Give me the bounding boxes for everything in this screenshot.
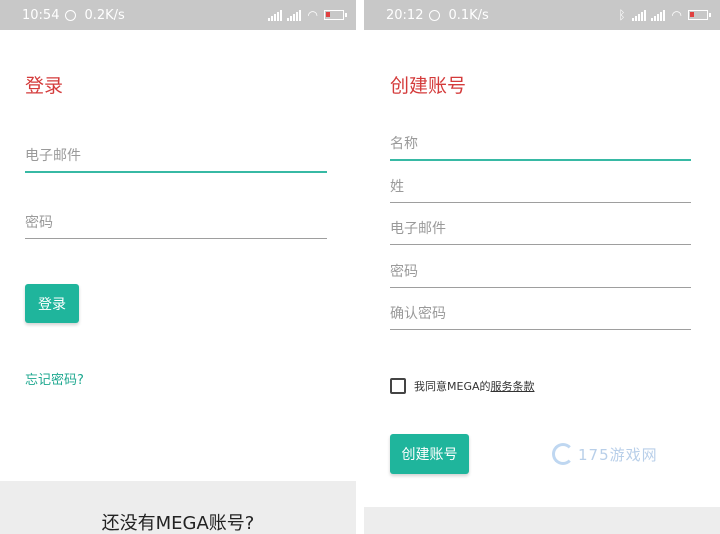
last-name-field[interactable]: 姓: [390, 176, 691, 203]
wifi-icon: ◠: [307, 8, 318, 22]
signal-icon: [631, 9, 647, 21]
status-bar: 10:54 0.2K/s ◠: [0, 0, 356, 30]
last-name-placeholder: 姓: [390, 179, 404, 195]
status-time: 20:12: [386, 7, 424, 23]
login-screen: 10:54 0.2K/s ◠ 登录 电子邮件 密码 登录 忘记密码? 还没有ME…: [0, 0, 356, 534]
password-field[interactable]: 密码: [390, 261, 691, 288]
network-speed: 0.1K/s: [448, 7, 489, 23]
watermark: 175游戏网: [552, 443, 658, 465]
terms-row: 我同意MEGA的 服务条款: [390, 378, 535, 394]
signal-icon-2: [650, 9, 666, 21]
signal-icon: [267, 9, 283, 21]
status-bar: 20:12 0.1K/s ᛒ ◠: [364, 0, 720, 30]
email-placeholder: 电子邮件: [390, 221, 446, 237]
status-time: 10:54: [22, 7, 60, 23]
bluetooth-icon: ᛒ: [618, 8, 626, 22]
terms-prefix: 我同意MEGA的: [414, 380, 491, 393]
password-field[interactable]: 密码: [25, 212, 327, 239]
battery-icon: [688, 10, 711, 20]
email-placeholder: 电子邮件: [25, 148, 81, 164]
first-name-field[interactable]: 名称: [390, 133, 691, 161]
create-account-button[interactable]: 创建账号: [390, 434, 469, 474]
bottom-panel: [364, 507, 720, 534]
password-placeholder: 密码: [390, 264, 418, 280]
confirm-password-field[interactable]: 确认密码: [390, 303, 691, 330]
first-name-placeholder: 名称: [390, 136, 418, 152]
alarm-icon: [65, 9, 77, 21]
alarm-icon: [429, 9, 441, 21]
network-speed: 0.2K/s: [84, 7, 125, 23]
wifi-icon: ◠: [671, 8, 682, 22]
password-placeholder: 密码: [25, 215, 53, 231]
page-title: 登录: [25, 75, 64, 97]
signal-icon-2: [286, 9, 302, 21]
bottom-panel: 还没有MEGA账号?: [0, 481, 356, 534]
watermark-logo-icon: [552, 443, 574, 465]
confirm-password-placeholder: 确认密码: [390, 306, 446, 322]
no-account-prompt[interactable]: 还没有MEGA账号?: [0, 509, 356, 534]
battery-icon: [324, 10, 347, 20]
email-field[interactable]: 电子邮件: [25, 145, 327, 173]
forgot-password-link[interactable]: 忘记密码?: [25, 369, 84, 388]
watermark-text: 175游戏网: [578, 445, 658, 464]
terms-of-service-link[interactable]: 服务条款: [491, 378, 535, 394]
email-field[interactable]: 电子邮件: [390, 218, 691, 245]
page-title: 创建账号: [390, 75, 467, 97]
create-account-screen: 20:12 0.1K/s ᛒ ◠ 创建账号 名称 姓 电子邮件 密码 确认密码 …: [364, 0, 720, 534]
terms-checkbox[interactable]: [390, 378, 406, 394]
login-button[interactable]: 登录: [25, 284, 79, 323]
